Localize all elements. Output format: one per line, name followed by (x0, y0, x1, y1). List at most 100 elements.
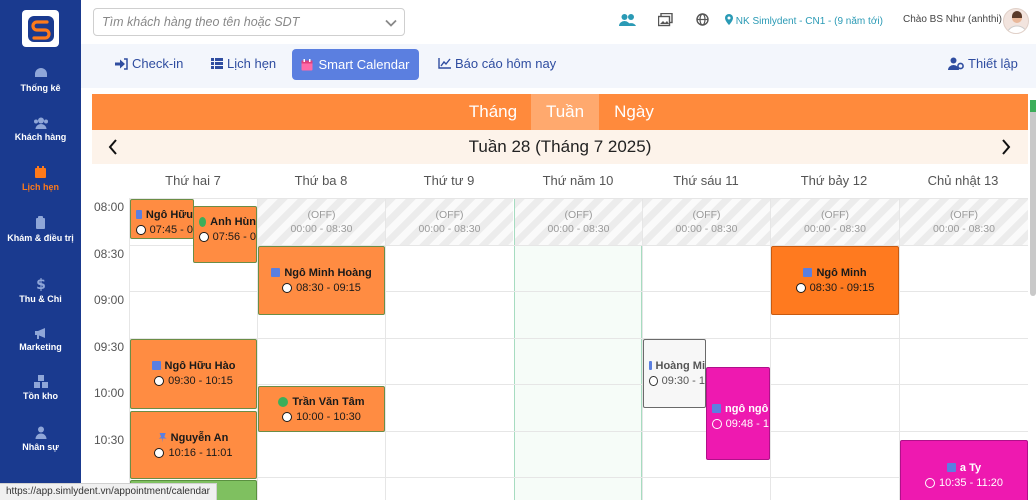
clipboard-icon (36, 216, 45, 229)
calendar-icon (151, 361, 161, 370)
day-header: Thứ ba 8 (294, 173, 348, 188)
appointment-card[interactable]: Anh Hùn 07:56 - 0 (193, 206, 257, 263)
appointment-name: Ngô Hữu Hào (164, 359, 236, 372)
settings-label: Thiết lập (968, 56, 1018, 71)
time-label: 09:00 (94, 293, 125, 307)
chevron-right-icon[interactable] (1001, 139, 1011, 155)
off-label: (OFF) (821, 209, 849, 221)
appointment-name: Ngô Minh (816, 266, 867, 279)
week-title: Tuần 28 (Tháng 7 2025) (468, 137, 652, 156)
appointment-time: 09:48 - 1 (725, 417, 769, 430)
appointment-time: 10:35 - 11:20 (938, 476, 1003, 489)
customer-search[interactable] (93, 8, 405, 36)
sidebar-item-customers[interactable]: Khách hàng (0, 117, 81, 143)
sidebar-item-finance[interactable]: $ Thu & Chi (0, 277, 81, 305)
appointment-card[interactable]: Ngô Hữu 07:45 - 0 (130, 199, 194, 239)
nav-row: Check-in Lịch hẹn Smart Calendar Báo cáo… (81, 44, 1036, 88)
scrollbar-marker (1030, 100, 1036, 112)
time-label: 08:00 (94, 200, 125, 214)
appointment-card[interactable]: Ngô Minh Hoàng 08:30 - 09:15 (258, 246, 385, 315)
calendar-icon (803, 268, 813, 277)
calendar-icon (136, 210, 142, 219)
calendar-scrollbar[interactable] (1030, 100, 1036, 296)
sidebar-item-label: Nhân sự (22, 442, 59, 452)
avatar[interactable] (1003, 8, 1029, 34)
time-label: 09:30 (94, 340, 125, 354)
tab-day[interactable]: Ngày (601, 94, 667, 130)
svg-text:$: $ (36, 277, 46, 291)
time-label: 10:30 (94, 433, 125, 447)
appointment-name: Ngô Hữu (145, 208, 193, 221)
off-block: (OFF) 00:00 - 08:30 (386, 199, 513, 245)
week-calendar: Tháng Tuần Ngày Tuần 28 (Tháng 7 2025) T… (92, 94, 1028, 500)
sidebar: Thống kê Khách hàng Lịch hẹn Khám & điều… (0, 0, 81, 500)
day-header: Thứ tư 9 (423, 173, 475, 188)
branch-selector[interactable]: NK Simlydent - CN1 - (9 năm tới) (725, 14, 883, 27)
sidebar-item-staff[interactable]: Nhân sự (0, 426, 81, 453)
gallery-icon[interactable] (658, 13, 673, 27)
dashboard-icon (34, 68, 47, 77)
clock-icon (282, 282, 293, 293)
user-icon (35, 426, 46, 439)
clock-icon (154, 375, 165, 386)
off-range: 00:00 - 08:30 (547, 223, 610, 235)
checkin-link[interactable]: Check-in (115, 56, 183, 71)
appointment-card[interactable]: Hoàng Mi 09:30 - 1 (643, 339, 706, 408)
day-header: Thứ bảy 12 (800, 173, 868, 188)
appointment-card[interactable]: a Ty 10:35 - 11:20 (900, 440, 1028, 500)
app-logo[interactable] (22, 10, 59, 47)
list-icon (211, 58, 223, 69)
week-navigation: Tuần 28 (Tháng 7 2025) (92, 130, 1028, 164)
appointment-name: Nguyễn An (170, 431, 229, 444)
appointment-name: Ngô Minh Hoàng (284, 266, 372, 279)
line-chart-icon (438, 58, 451, 69)
tab-week[interactable]: Tuần (531, 94, 599, 130)
check-circle-icon (199, 216, 207, 227)
globe-icon[interactable] (696, 13, 709, 26)
daily-report-link[interactable]: Báo cáo hôm nay (438, 56, 556, 71)
appointment-time: 08:30 - 09:15 (809, 281, 875, 294)
sidebar-item-inventory[interactable]: Tồn kho (0, 375, 81, 402)
checkin-label: Check-in (132, 56, 184, 71)
sign-in-icon (115, 57, 128, 70)
branch-name: NK Simlydent - CN1 - (9 năm tới) (735, 16, 883, 27)
sidebar-item-label: Khách hàng (14, 132, 67, 142)
sidebar-item-label: Thống kê (20, 83, 61, 93)
appointment-time: 07:56 - 0 (212, 230, 256, 243)
off-range: 00:00 - 08:30 (418, 223, 481, 235)
schedule-list-link[interactable]: Lịch hẹn (211, 56, 276, 71)
appointment-name: a Ty (959, 461, 982, 474)
grid-line (129, 477, 1028, 478)
sidebar-item-dashboard[interactable]: Thống kê (0, 67, 81, 94)
appointment-time: 08:30 - 09:15 (296, 281, 361, 294)
appointment-card[interactable]: Nguyễn An 10:16 - 11:01 (130, 411, 257, 479)
sidebar-item-label: Khám & điều trị (7, 233, 74, 243)
daily-report-label: Báo cáo hôm nay (455, 56, 557, 71)
day-header: Chủ nhật 13 (927, 173, 999, 188)
users-group-icon[interactable] (619, 13, 636, 27)
off-block: (OFF) 00:00 - 08:30 (771, 199, 899, 245)
appointment-card[interactable]: Ngô Hữu Hào 09:30 - 10:15 (130, 339, 257, 409)
logo-icon (27, 15, 54, 42)
off-label: (OFF) (307, 209, 336, 221)
status-url: https://app.simlydent.vn/appointment/cal… (0, 483, 218, 500)
chevron-down-icon[interactable] (384, 16, 398, 30)
time-label: 10:00 (94, 386, 125, 400)
view-switcher: Tháng Tuần Ngày (92, 94, 1028, 130)
calendar-icon (271, 268, 281, 277)
tab-month[interactable]: Tháng (459, 94, 527, 130)
sidebar-item-label: Thu & Chi (19, 294, 62, 304)
appointment-name: ngô ngô (725, 402, 769, 415)
appointment-card[interactable]: Ngô Minh 08:30 - 09:15 (771, 246, 899, 315)
customer-search-input[interactable] (94, 9, 404, 35)
appointment-card[interactable]: Trần Văn Tâm 10:00 - 10:30 (258, 386, 385, 432)
sidebar-item-treatment[interactable]: Khám & điều trị (0, 216, 81, 244)
settings-link[interactable]: Thiết lập (948, 56, 1018, 71)
off-block: (OFF) 00:00 - 08:30 (515, 199, 642, 245)
boxes-icon (33, 375, 48, 388)
appointment-card[interactable]: ngô ngô 09:48 - 1 (706, 367, 770, 460)
appointment-name: Trần Văn Tâm (292, 395, 365, 408)
sidebar-item-marketing[interactable]: Marketing (0, 327, 81, 353)
sidebar-item-appointments[interactable]: Lịch hẹn (0, 166, 81, 193)
smart-calendar-button[interactable]: Smart Calendar (292, 49, 419, 80)
